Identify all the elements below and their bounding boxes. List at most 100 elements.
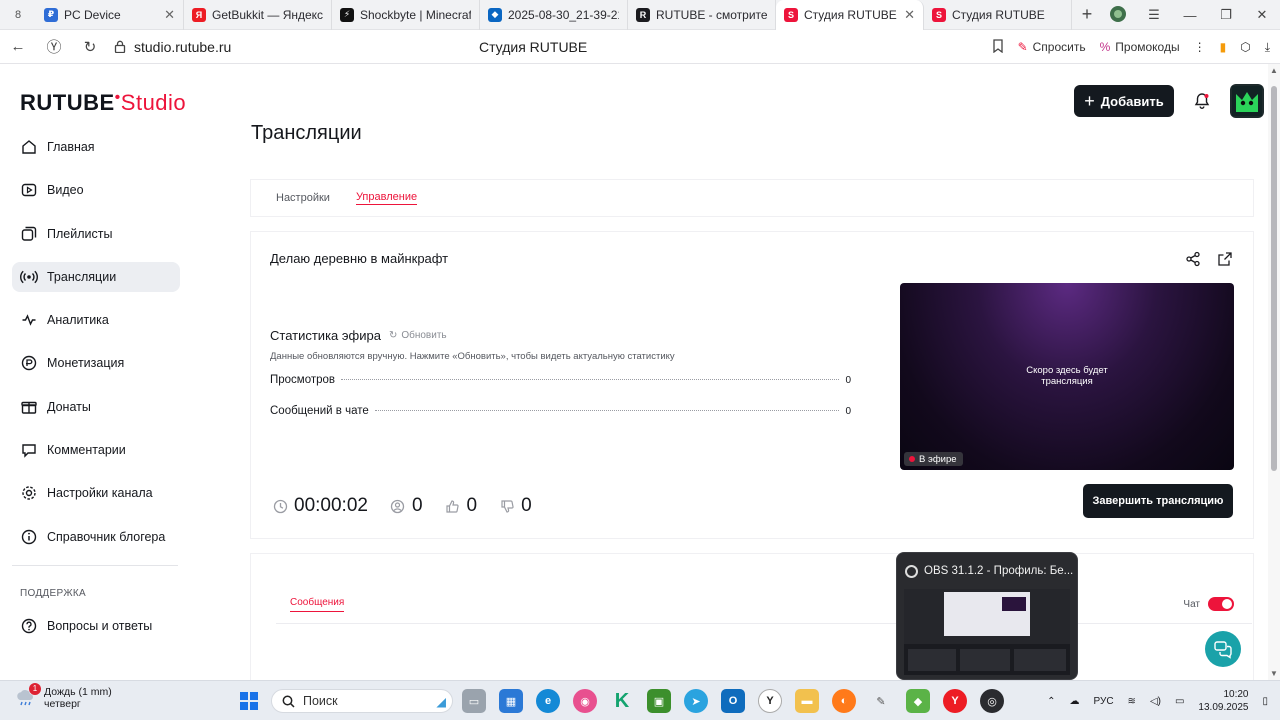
obs-window-preview[interactable]: OBS 31.1.2 - Профиль: Бе... <box>896 552 1078 680</box>
edge-icon[interactable]: e <box>536 689 560 713</box>
battery-icon[interactable]: ▭ <box>1175 696 1184 707</box>
tab-management[interactable]: Управление <box>355 191 418 205</box>
tab-settings[interactable]: Настройки <box>276 192 330 204</box>
tab-messages[interactable]: Сообщения <box>290 597 345 612</box>
url-field[interactable]: studio.rutube.ru <box>114 39 444 55</box>
rutube-studio-logo[interactable]: RUTUBE • Studio <box>20 89 186 116</box>
preview-text-line1: Скоро здесь будет <box>1026 365 1108 376</box>
page-scrollbar[interactable]: ▲ ▼ <box>1268 64 1280 680</box>
browser-tab[interactable]: ◆ 2025-08-30_21-39-21. <box>480 0 628 30</box>
extension-icon[interactable]: ▮ <box>1220 40 1227 54</box>
chevron-up-icon[interactable]: ⌃ <box>1047 696 1055 707</box>
minecraft-icon[interactable]: ▣ <box>647 689 671 713</box>
bell-icon[interactable] <box>1190 89 1214 113</box>
sidebar-item-faq[interactable]: Вопросы и ответы <box>12 611 180 641</box>
sidebar-item-settings[interactable]: Настройки канала <box>12 478 180 508</box>
browser-tab[interactable]: ⚡ Shockbyte | Minecraft <box>332 0 480 30</box>
firefox-icon[interactable]: ◐ <box>832 689 856 713</box>
back-icon[interactable]: ← <box>0 38 36 55</box>
external-link-icon[interactable] <box>1217 251 1233 270</box>
scroll-up-icon[interactable]: ▲ <box>1270 66 1278 75</box>
task-view-icon[interactable]: ▭ <box>462 689 486 713</box>
stream-preview[interactable]: Скоро здесь будет трансляция В эфире <box>900 283 1234 470</box>
refresh-button[interactable]: ↻ Обновить <box>389 330 447 341</box>
camera-icon[interactable]: ◉ <box>573 689 597 713</box>
outlook-icon[interactable]: O <box>721 689 745 713</box>
minimize-icon[interactable]: — <box>1172 8 1208 23</box>
sidebar-item-monetization[interactable]: Монетизация <box>12 348 180 378</box>
k-app-icon[interactable]: K <box>610 689 634 713</box>
dotted-leader <box>374 410 840 411</box>
tab-title: Shockbyte | Minecraft <box>360 7 471 22</box>
close-window-icon[interactable]: ✕ <box>1244 7 1280 23</box>
download-icon[interactable]: ⤓ <box>1265 40 1270 55</box>
sidebar-item-donate[interactable]: Донаты <box>12 392 180 422</box>
clock-app-icon[interactable]: Y <box>758 689 782 713</box>
restore-icon[interactable]: ❐ <box>1208 7 1244 23</box>
sidebar-item-broadcast[interactable]: Трансляции <box>12 261 180 292</box>
browser-tab[interactable]: S Студия RUTUBE <box>924 0 1072 30</box>
sidebar-item-comments[interactable]: Комментарии <box>12 435 180 465</box>
store-icon[interactable]: ▦ <box>499 689 523 713</box>
volume-icon[interactable]: ◁) <box>1150 696 1161 707</box>
promo-button[interactable]: % Промокоды <box>1100 40 1180 54</box>
language-indicator[interactable]: РУС <box>1094 696 1114 707</box>
sidebar-item-video[interactable]: Видео <box>12 175 180 205</box>
new-tab-button[interactable]: + <box>1072 0 1102 30</box>
sidebar-item-home[interactable]: Главная <box>12 132 180 162</box>
sidebar-item-label: Справочник блогера <box>47 529 166 544</box>
views-label: Просмотров <box>270 374 336 386</box>
sidebar-item-analytics[interactable]: Аналитика <box>12 305 180 335</box>
start-icon[interactable] <box>240 692 258 710</box>
notification-icon[interactable]: ▯ <box>1262 696 1268 707</box>
extensions-icon[interactable]: ⬡ <box>1240 40 1250 54</box>
menu-icon[interactable]: ☰ <box>1136 7 1172 23</box>
wifi-icon[interactable]: ≋ <box>1128 696 1136 707</box>
telegram-icon[interactable]: ➤ <box>684 689 708 713</box>
weather-widget[interactable]: 1 Дождь (1 mm) четверг <box>14 683 112 710</box>
avatar[interactable] <box>1230 84 1264 118</box>
ask-button[interactable]: ✎ Спросить <box>1018 40 1086 54</box>
browser-tab[interactable]: S Студия RUTUBE ✕ <box>776 0 924 30</box>
yandex-icon[interactable]: Ⓨ <box>36 36 72 57</box>
promo-label: Промокоды <box>1115 40 1180 54</box>
obs-taskbar-icon[interactable]: ◎ <box>980 689 1004 713</box>
stats-title-row: Статистика эфира ↻ Обновить <box>270 328 447 343</box>
help-chat-button[interactable] <box>1205 631 1241 667</box>
tab-close-icon[interactable]: ✕ <box>164 7 175 23</box>
dotted-leader <box>341 379 840 380</box>
bookmark-icon[interactable] <box>992 38 1004 56</box>
tab-count-badge[interactable]: 8 <box>0 0 36 30</box>
reload-icon[interactable]: ↻ <box>72 38 108 56</box>
folder-icon[interactable]: ▬ <box>795 689 819 713</box>
browser-tab[interactable]: R RUTUBE - смотрите в <box>628 0 776 30</box>
taskbar-search[interactable]: Поиск ◢ <box>271 689 453 713</box>
browser-tab[interactable]: ₽ PC Device ✕ <box>36 0 184 30</box>
profile-icon[interactable] <box>1100 5 1136 26</box>
more-icon[interactable]: ⋮ <box>1194 40 1206 54</box>
sidebar-item-label: Комментарии <box>47 443 126 458</box>
faq-icon <box>20 617 38 635</box>
logo-dot: • <box>114 89 121 106</box>
pen-icon[interactable]: ✎ <box>869 689 893 713</box>
live-label: В эфире <box>919 453 957 465</box>
share-icon[interactable] <box>1185 251 1201 270</box>
scroll-down-icon[interactable]: ▼ <box>1270 669 1278 678</box>
percent-icon: % <box>1099 40 1111 54</box>
sidebar-item-info[interactable]: Справочник блогера <box>12 522 180 552</box>
cloud-icon[interactable]: ☁ <box>1070 696 1080 707</box>
tab-close-icon[interactable]: ✕ <box>904 7 915 23</box>
end-stream-button[interactable]: Завершить трансляцию <box>1083 484 1233 518</box>
preview-placeholder: Скоро здесь будет трансляция <box>900 365 1234 387</box>
browser-tab[interactable]: Я GetBukkit — Яндекс: н <box>184 0 332 30</box>
clock[interactable]: 10:20 13.09.2025 <box>1198 688 1248 714</box>
obs-preview-header: OBS 31.1.2 - Профиль: Бе... <box>897 553 1077 589</box>
cube-icon[interactable]: ◆ <box>906 689 930 713</box>
sidebar-item-label: Донаты <box>47 399 91 414</box>
broadcast-tabs: Настройки Управление <box>251 180 1253 216</box>
sidebar-item-playlist[interactable]: Плейлисты <box>12 219 180 249</box>
chat-toggle[interactable] <box>1208 597 1234 611</box>
add-button[interactable]: + Добавить <box>1074 85 1174 117</box>
scroll-thumb[interactable] <box>1271 86 1277 471</box>
yandex-browser-icon[interactable]: Y <box>943 689 967 713</box>
